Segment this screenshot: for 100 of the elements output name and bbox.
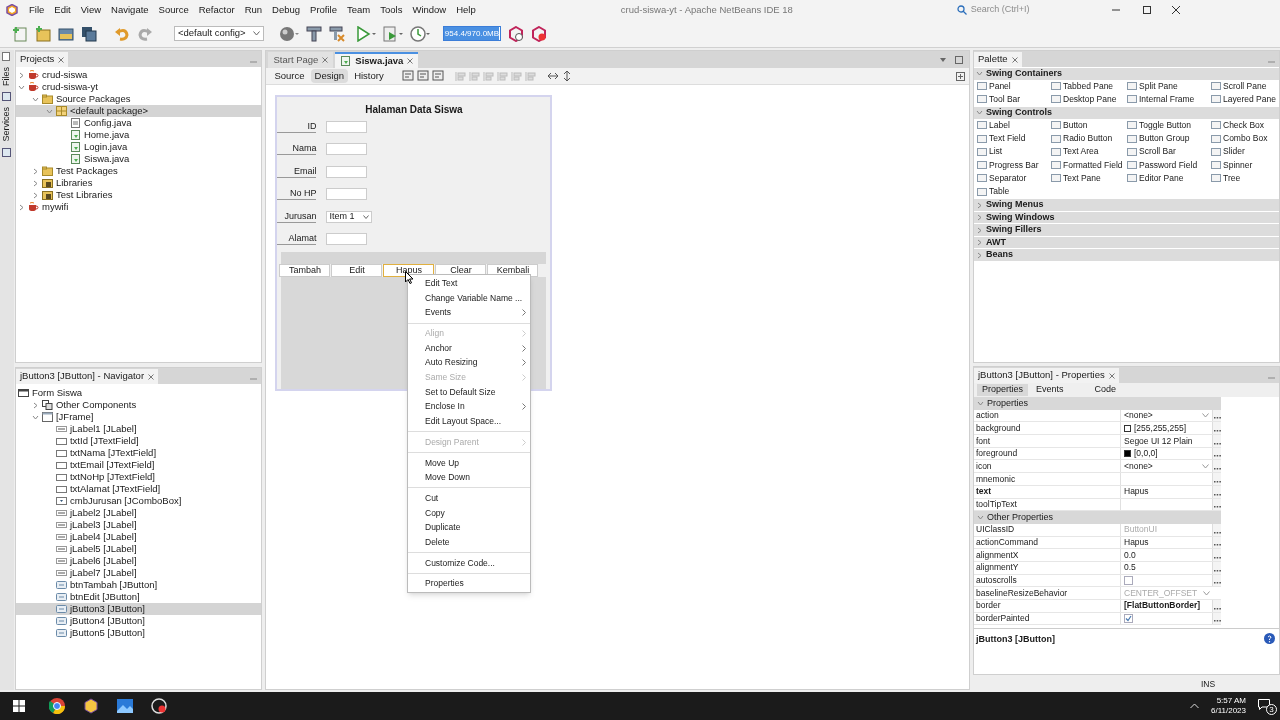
palette-category[interactable]: AWT [974, 236, 1279, 249]
more-button[interactable] [1212, 435, 1222, 447]
menu-item[interactable]: Properties [408, 576, 530, 592]
component-node[interactable]: jLabel5 [JLabel] [15, 543, 262, 555]
text-input[interactable] [326, 120, 368, 133]
component-node[interactable]: cmbJurusan [JComboBox] [15, 495, 262, 507]
component-entry[interactable]: Desktop Pane [1051, 92, 1127, 107]
component-node[interactable]: txtNama [JTextField] [15, 447, 262, 459]
menu-item[interactable]: Anchor [408, 340, 530, 356]
section-header[interactable]: Properties [974, 397, 1222, 410]
view-tab[interactable]: Source [270, 69, 309, 83]
menu-item[interactable]: Tools [375, 2, 408, 18]
menu-item[interactable]: Run [239, 2, 268, 18]
more-button[interactable] [1212, 422, 1222, 435]
component-entry[interactable]: Scroll Bar [1127, 145, 1211, 159]
project-node[interactable]: mywifi [15, 201, 262, 213]
property-value[interactable]: Segoe UI 12 Plain [1121, 435, 1213, 447]
new-project-icon[interactable] [35, 25, 51, 42]
more-button[interactable] [1212, 460, 1222, 473]
component-entry[interactable]: Text Pane [1051, 171, 1127, 186]
menu-item[interactable]: Events [408, 305, 530, 321]
property-value[interactable]: Hapus [1121, 485, 1213, 498]
component-entry[interactable]: Tree [1211, 171, 1279, 186]
component-node[interactable]: btnTambah [JButton] [15, 579, 262, 591]
component-entry[interactable]: Scroll Pane [1211, 79, 1279, 93]
component-entry[interactable]: Separator [977, 171, 1051, 186]
component-entry[interactable]: Formatted Field [1051, 158, 1127, 172]
menu-item[interactable]: File [24, 2, 50, 18]
menu-item[interactable]: Move Down [408, 470, 530, 485]
menu-item[interactable]: Set to Default Size [408, 384, 530, 400]
profiler-icon[interactable] [531, 25, 547, 42]
section-header[interactable]: Other Properties [974, 511, 1222, 524]
project-node[interactable]: Test Packages [15, 165, 262, 177]
component-node[interactable]: txtEmail [JTextField] [15, 459, 262, 471]
run-icon[interactable] [356, 25, 376, 42]
component-entry[interactable]: Layered Pane [1211, 92, 1279, 107]
component-node[interactable]: jButton3 [JButton] [15, 603, 262, 615]
combo-box[interactable]: Item 1 [326, 210, 373, 223]
property-value[interactable]: 0.5 [1121, 561, 1213, 574]
image-viewer-icon[interactable] [117, 698, 133, 714]
resize-vertical-icon[interactable] [562, 70, 571, 82]
palette-category[interactable]: Swing Fillers [974, 224, 1279, 236]
debug-icon[interactable] [383, 25, 403, 42]
component-node[interactable]: jLabel3 [JLabel] [15, 519, 262, 531]
window-tab[interactable]: Palette [974, 52, 1022, 67]
chevron-up-icon[interactable] [1190, 703, 1199, 709]
component-entry[interactable]: Check Box [1211, 118, 1279, 132]
project-node[interactable]: crud-siswa-yt [15, 81, 262, 93]
component-node[interactable]: jLabel7 [JLabel] [15, 567, 262, 579]
menu-item[interactable]: Edit Layout Space... [408, 414, 530, 429]
menu-item[interactable]: Help [451, 2, 481, 18]
save-icon[interactable] [81, 25, 97, 42]
menu-item[interactable]: Delete [408, 535, 530, 550]
window-tab[interactable]: Projects [15, 52, 69, 67]
editor-tab[interactable]: Start Page [268, 52, 334, 68]
palette-category[interactable]: Swing Controls [974, 107, 1279, 119]
component-node[interactable]: txtAlamat [JTextField] [15, 483, 262, 495]
more-button[interactable] [1212, 574, 1222, 587]
component-entry[interactable]: Text Field [977, 131, 1051, 146]
component-entry[interactable]: Toggle Button [1127, 118, 1211, 132]
more-button[interactable] [1212, 498, 1222, 511]
menu-item[interactable]: Source [153, 2, 194, 18]
selection-mode-icon[interactable] [401, 70, 415, 82]
component-entry[interactable]: Tool Bar [977, 92, 1051, 107]
palette-category[interactable]: Swing Windows [974, 211, 1279, 224]
component-entry[interactable]: Radio Button [1051, 131, 1127, 146]
more-button[interactable] [1212, 612, 1222, 625]
more-button[interactable] [1212, 561, 1222, 574]
side-tab[interactable]: Files [1, 67, 13, 86]
menu-item[interactable]: Cut [408, 490, 530, 506]
clean-build-icon[interactable] [329, 25, 345, 42]
open-project-icon[interactable] [58, 25, 74, 42]
component-node[interactable]: jButton4 [JButton] [15, 615, 262, 627]
editor-tab[interactable]: Siswa.java [335, 52, 419, 68]
property-value[interactable]: <none> [1121, 460, 1213, 473]
component-entry[interactable]: Editor Pane [1127, 171, 1211, 186]
menu-item[interactable]: Enclose In [408, 399, 530, 415]
checkbox[interactable] [1124, 614, 1133, 624]
resize-horizontal-icon[interactable] [546, 71, 559, 81]
menu-item[interactable]: Customize Code... [408, 555, 530, 571]
more-button[interactable] [1212, 523, 1222, 536]
preview-icon[interactable] [431, 70, 445, 82]
more-button[interactable] [1212, 473, 1222, 485]
view-tab[interactable]: Design [310, 69, 349, 83]
project-node[interactable]: Siswa.java [15, 153, 262, 165]
component-entry[interactable]: Internal Frame [1127, 92, 1211, 107]
more-button[interactable] [1212, 409, 1222, 422]
component-node[interactable]: jLabel4 [JLabel] [15, 531, 262, 543]
expand-icon[interactable] [956, 71, 965, 81]
component-entry[interactable]: Split Pane [1127, 79, 1211, 93]
menu-item[interactable]: Auto Resizing [408, 355, 530, 371]
menu-item[interactable]: Team [342, 2, 376, 18]
properties-tab[interactable]: Properties [977, 384, 1029, 396]
component-node[interactable]: btnEdit [JButton] [15, 591, 262, 603]
menu-item[interactable]: Duplicate [408, 520, 530, 535]
project-node[interactable]: Config.java [15, 117, 262, 129]
more-button[interactable] [1212, 600, 1222, 612]
menu-item[interactable]: Copy [408, 505, 530, 521]
project-node[interactable]: Libraries [15, 177, 262, 189]
component-entry[interactable]: Label [977, 118, 1051, 132]
